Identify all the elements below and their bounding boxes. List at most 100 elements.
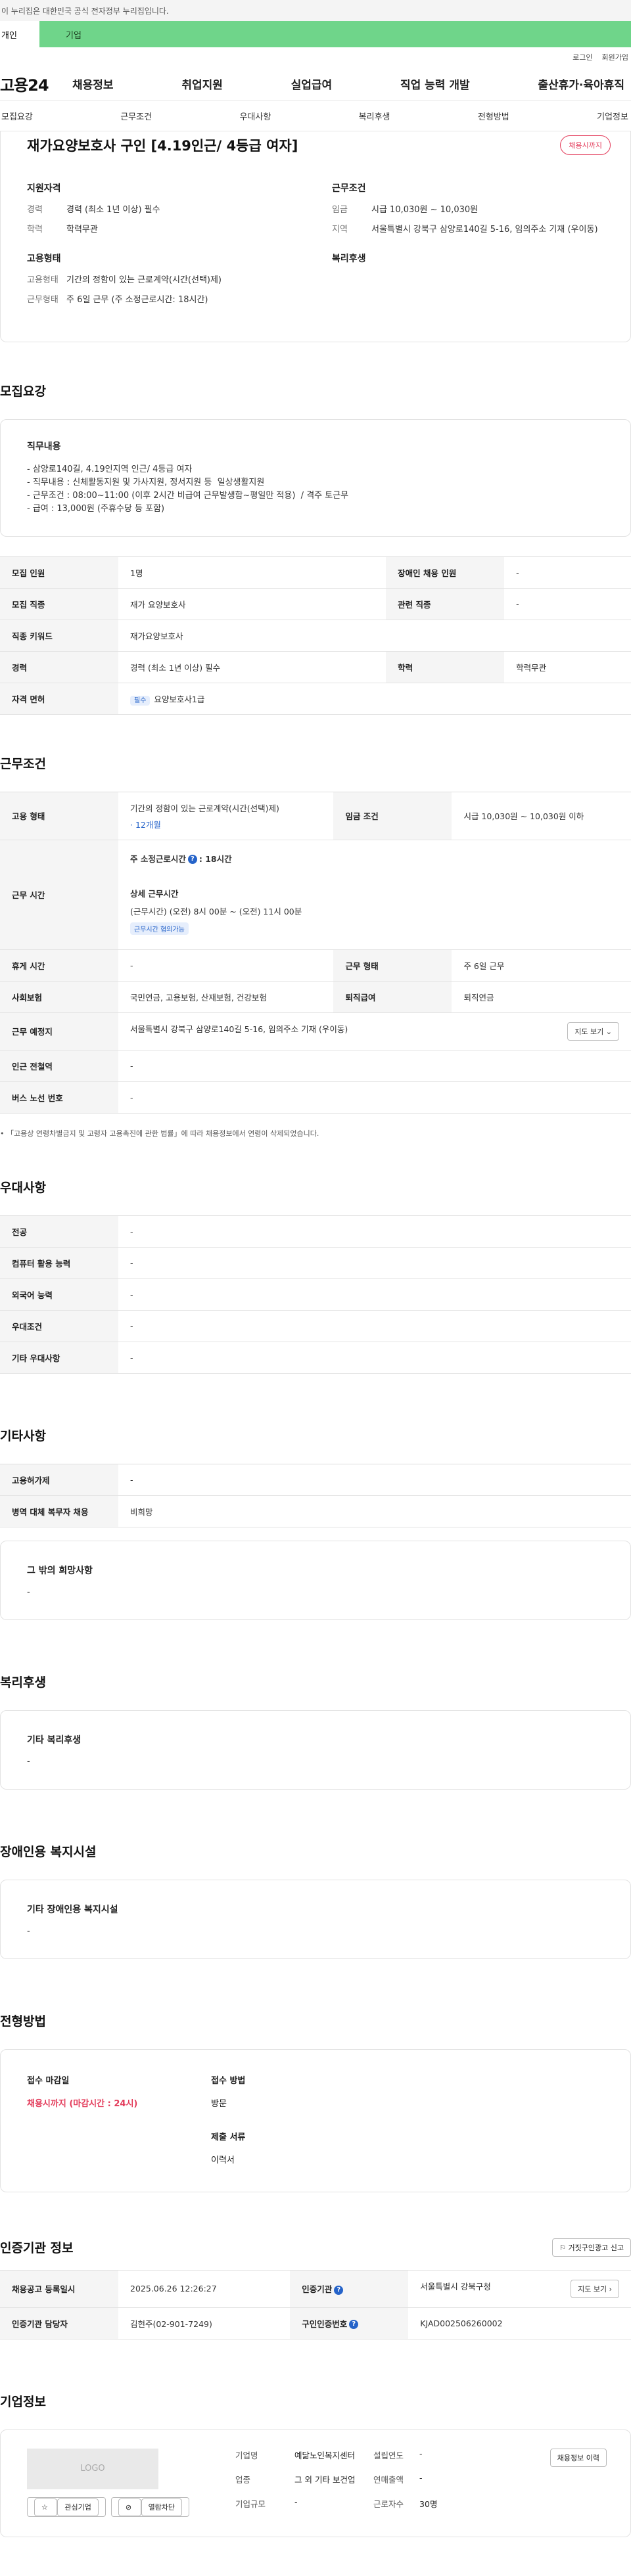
emp-value: 기간의 정함이 있는 근로계약(시간(선택)제) (130, 803, 279, 813)
subnav-method[interactable]: 전형방법 (478, 110, 509, 122)
login-link[interactable]: 로그인 (573, 52, 592, 62)
table-row: 고용허가제 - (0, 1464, 631, 1496)
table-row: 근무 시간 주 소정근로시간?: 18시간 상세 근무시간 (근무시간) (오전… (0, 840, 631, 950)
footnote-text: 「고용상 연령차별금지 및 고령자 고용촉진에 관한 법률」에 따라 채용정보에… (7, 1129, 319, 1138)
map-button[interactable]: 지도 보기 ⌄ (567, 1022, 619, 1041)
table-row: 모집 직종 재가 요양보호사 관련 직종 - (0, 588, 631, 620)
military-value: 비희망 (118, 1495, 631, 1527)
founded-label: 설립연도 (373, 2450, 404, 2460)
org-label: 인증기관 (302, 2284, 333, 2295)
job-summary: 재가요양보호사 구인 [4.19인근/ 4등급 여자] 채용시까지 지원자격 경… (0, 131, 631, 342)
gnb-unemployment[interactable]: 실업급여 (291, 76, 333, 92)
gnb-training[interactable]: 직업 능력 개발 (400, 76, 470, 92)
pref-table: 전공 - 컴퓨터 활용 능력 - 외국어 능력 - 우대조건 - 기타 우대사항 - (0, 1215, 631, 1374)
join-link[interactable]: 회원가입 (602, 52, 628, 62)
duty-text: - 삼양로140길, 4.19인지역 인근/ 4등급 여자 - 직무내용 : 신… (27, 464, 349, 514)
deadline-status: 채용시까지 (560, 135, 611, 155)
table-row: 채용공고 등록일시 2025.06.26 12:26:27 인증기관? 서울특별… (0, 2270, 631, 2308)
subnav-company[interactable]: 기업정보 (597, 110, 628, 122)
major-value: - (118, 1215, 631, 1248)
utility-bar: 로그인 회원가입 (0, 47, 631, 67)
help-icon[interactable]: ? (187, 855, 197, 865)
table-row: 인증기관 담당자 김현주(02-901-7249) 구인인증번호? KJAD00… (0, 2307, 631, 2339)
org-map-button[interactable]: 지도 보기 › (571, 2279, 619, 2298)
deadline-label: 접수 마감일 (27, 2075, 70, 2086)
cert-no-label-cell: 구인인증번호? (290, 2307, 409, 2339)
computer-label: 컴퓨터 활용 능력 (0, 1247, 118, 1279)
bullet-icon: • (0, 1129, 7, 1138)
detail-value: (근무시간) (오전) 8시 00분 ~ (오전) 11시 00분 (130, 906, 302, 916)
history-button[interactable]: 채용정보 이력 (549, 2448, 607, 2467)
page-bottom-spacer (0, 2537, 631, 2564)
method-section-title: 전형방법 (0, 2014, 46, 2029)
help-icon[interactable]: ? (334, 2285, 344, 2295)
tab-personal[interactable]: 개인 (0, 21, 39, 47)
tab-corporate[interactable]: 기업 (39, 21, 631, 47)
edu-label: 학력 (27, 224, 43, 235)
pref-etc-value: - (118, 1342, 631, 1374)
pref-section-title: 우대사항 (0, 1180, 46, 1195)
major-label: 전공 (0, 1215, 118, 1248)
table-row: 경력 경력 (최소 1년 이상) 필수 학력 학력무관 (0, 651, 631, 683)
mgr-label: 인증기관 담당자 (0, 2307, 118, 2339)
pref-condition-label: 우대조건 (0, 1310, 118, 1342)
recruit-table: 모집 인원 1명 장애인 채용 인원 - 모집 직종 재가 요양보호사 관련 직… (0, 556, 631, 715)
report-button[interactable]: ⚐ 거짓구인광고 신고 (552, 2238, 631, 2257)
career-label: 경력 (0, 651, 118, 683)
form-value: 주 6일 근무 (주 소정근로시간: 18시간) (66, 294, 208, 305)
welfare-box: 기타 복리후생 - (0, 1709, 631, 1790)
help-icon[interactable]: ? (349, 2320, 359, 2330)
table-row: 근무 예정지 서울특별시 강북구 삼양로140길 5-16, 임의주소 기재 (… (0, 1012, 631, 1051)
org-label-cell: 인증기관? (290, 2270, 409, 2308)
license-value: 요양보호사1급 (154, 694, 205, 704)
subnav-recruit[interactable]: 모집요강 (1, 110, 33, 122)
table-row: 버스 노선 번호 - (0, 1081, 631, 1114)
deadline-value: 채용시까지 (마감시간 : 24시) (27, 2098, 138, 2109)
hours-cell: 주 소정근로시간?: 18시간 상세 근무시간 (근무시간) (오전) 8시 0… (118, 840, 631, 950)
military-label: 병역 대체 복무자 채용 (0, 1495, 118, 1527)
related-label: 관련 직종 (386, 588, 505, 620)
subnav-welfare[interactable]: 복리후생 (359, 110, 390, 122)
bus-value: - (118, 1081, 631, 1114)
block-button[interactable]: ⊘ 열람차단 (110, 2497, 190, 2517)
insurance-label: 사회보험 (0, 981, 118, 1013)
related-value: - (504, 588, 631, 620)
gnb-employment-support[interactable]: 취업지원 (181, 76, 223, 92)
table-row: 휴게 시간 - 근무 형태 주 6일 근무 (0, 949, 631, 982)
block-label: 열람차단 (141, 2498, 183, 2516)
break-label: 휴게 시간 (0, 949, 118, 982)
emp-label: 고용 형태 (0, 792, 118, 840)
company-name-label: 기업명 (235, 2450, 258, 2460)
gnb-jobs[interactable]: 채용정보 (72, 76, 114, 92)
cert-no-label: 구인인증번호 (302, 2318, 348, 2329)
revenue-value: - (419, 2472, 423, 2483)
table-row: 직종 키워드 재가요양보호사 (0, 620, 631, 652)
site-logo[interactable]: 고용24 (0, 72, 72, 95)
gov-notice: 이 누리집은 대한민국 공식 전자정부 누리집입니다. (0, 0, 631, 21)
facility-etc-title: 기타 장애인용 복지시설 (27, 1904, 118, 1915)
table-row: 기타 우대사항 - (0, 1342, 631, 1374)
weekly-label: 주 소정근로시간 (130, 853, 186, 864)
work-table: 고용 형태 기간의 정함이 있는 근로계약(시간(선택)제) · 12개월 임금 … (0, 791, 631, 1114)
subnav-pref[interactable]: 우대사항 (239, 110, 271, 122)
subway-label: 인근 전철역 (0, 1050, 118, 1082)
wish-box: 그 밖의 희망사항 - (0, 1540, 631, 1620)
chevron-down-icon: ⌄ (605, 1027, 612, 1036)
place-value: 서울특별시 강북구 삼양로140길 5-16, 임의주소 기재 (우이동) (130, 1024, 348, 1034)
subnav-work[interactable]: 근무조건 (120, 110, 152, 122)
region-value: 서울특별시 강북구 삼양로140길 5-16, 임의주소 기재 (우이동) (371, 224, 598, 235)
language-label: 외국어 능력 (0, 1278, 118, 1311)
gnb-leave[interactable]: 출산휴가·육아휴직 (538, 76, 624, 92)
company-name-value: 예닮노인복지센터 (294, 2450, 356, 2460)
cert-section-title: 인증기관 정보 (0, 2241, 74, 2256)
favorite-button[interactable]: ☆ 관심기업 (27, 2497, 106, 2517)
company-box: LOGO ☆ 관심기업 ⊘ 열람차단 기업명 예닮노인복지센터 설립연도 - 업… (0, 2429, 631, 2537)
bus-label: 버스 노선 번호 (0, 1081, 118, 1114)
apply-label: 접수 방법 (211, 2075, 246, 2086)
docs-label: 제출 서류 (211, 2132, 246, 2142)
pref-condition-value: - (118, 1310, 631, 1342)
org-cell: 서울특별시 강북구청 지도 보기 › (408, 2270, 631, 2308)
table-row: 모집 인원 1명 장애인 채용 인원 - (0, 556, 631, 589)
wish-title: 그 밖의 희망사항 (27, 1565, 93, 1576)
qual-title: 지원자격 (27, 183, 61, 194)
